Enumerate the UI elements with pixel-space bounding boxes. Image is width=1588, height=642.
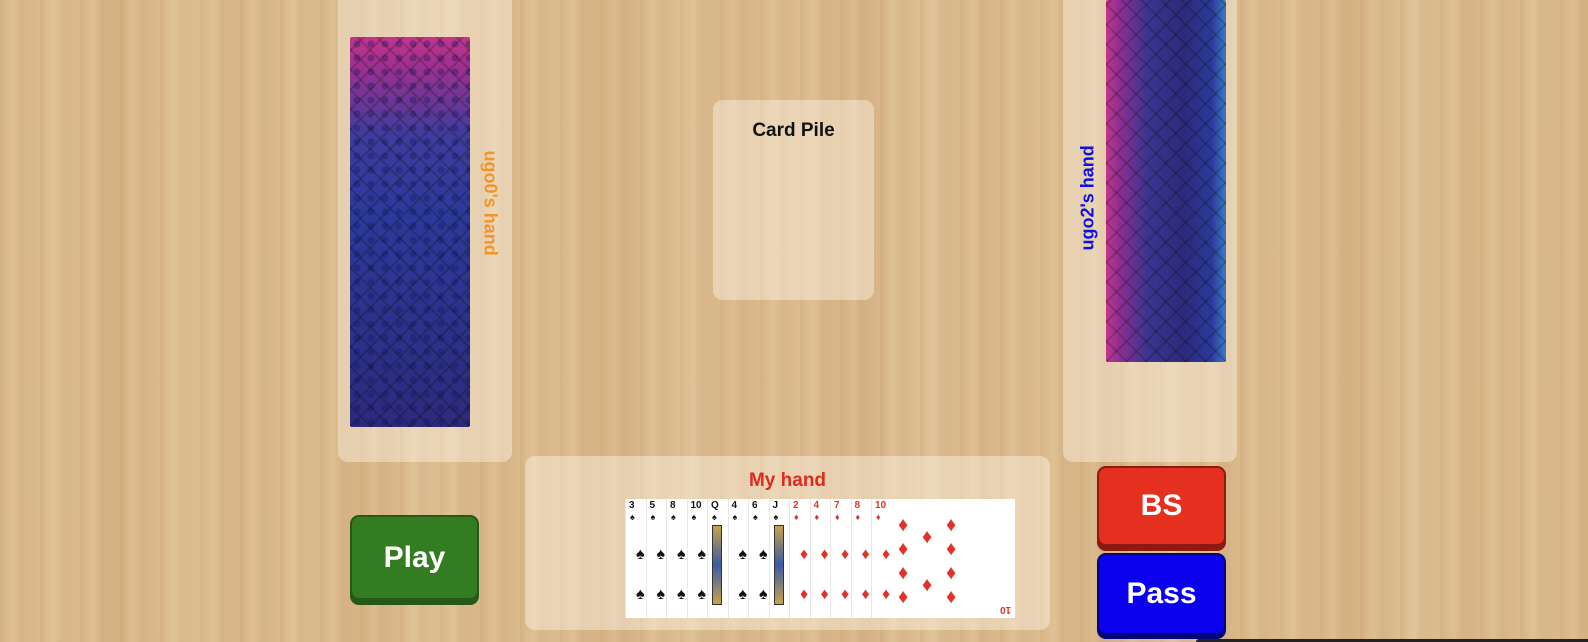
spade-icon: ♠: [738, 586, 748, 603]
left-player-card-stack: [350, 37, 470, 427]
diamond-icon: ♦: [820, 546, 829, 563]
spade-icon: ♠: [636, 546, 645, 563]
left-player-hand-label: ugo0's hand: [480, 150, 501, 256]
card-rank: Q: [711, 500, 719, 511]
diamond-icon: ♦: [946, 586, 957, 608]
card-rank: 2: [793, 500, 799, 511]
my-hand-cards: 3 ♠ ♠ ♠ 5 ♠ ♠ ♠ 8 ♠ ♠ ♠ 10 ♠ ♠ ♠ Q ♠ 4 ♠ ♠ ♠ 6 ♠ ♠ ♠ J ♠ 2 ♦ ♦ ♦ 4 ♦ ♦ ♦ 7 ♦ ♦…: [625, 499, 1015, 618]
diamond-icon: ♦: [794, 512, 799, 522]
diamond-icon: ♦: [814, 512, 820, 522]
card-rank: 8: [670, 500, 676, 511]
diamond-icon: ♦: [835, 512, 840, 522]
diamond-icon: ♦: [800, 586, 809, 603]
spade-icon: ♠: [753, 512, 758, 522]
play-button[interactable]: Play: [350, 515, 479, 600]
card-rank: 3: [629, 500, 635, 511]
diamond-icon: ♦: [820, 586, 829, 603]
card-rank: 5: [649, 500, 656, 511]
spade-icon: ♠: [671, 512, 676, 522]
hand-card[interactable]: 10 ♦ ♦ ♦ ♦ ♦ ♦ ♦ ♦ ♦ ♦ ♦ ♦ ♦ 10: [871, 499, 1015, 618]
spade-icon: ♠: [732, 512, 738, 522]
diamond-icon: ♦: [855, 512, 861, 522]
spade-icon: ♠: [677, 586, 686, 603]
spade-icon: ♠: [773, 512, 779, 522]
spade-icon: ♠: [759, 586, 768, 603]
diamond-icon: ♦: [861, 586, 870, 603]
right-player-hand-label: ugo2's hand: [1077, 145, 1098, 251]
card-pile-title: Card Pile: [752, 120, 835, 141]
spade-icon: ♠: [697, 586, 707, 603]
diamond-icon: ♦: [841, 546, 850, 563]
card-rank: 10: [690, 500, 702, 511]
bs-button[interactable]: BS: [1097, 466, 1226, 546]
diamond-icon: ♦: [898, 514, 909, 536]
right-player-card-stack: [1106, 0, 1226, 362]
diamond-icon: ♦: [922, 574, 933, 596]
diamond-icon: ♦: [946, 538, 957, 560]
spade-icon: ♠: [636, 586, 645, 603]
diamond-icon: ♦: [898, 538, 909, 560]
diamond-icon: ♦: [861, 546, 870, 563]
diamond-icon: ♦: [946, 562, 957, 584]
card-rank-inverted: 10: [999, 604, 1011, 615]
spade-icon: ♠: [677, 546, 686, 563]
my-hand-title: My hand: [748, 470, 827, 491]
diamond-icon: ♦: [882, 546, 891, 563]
card-rank: 7: [834, 500, 840, 511]
spade-icon: ♠: [738, 546, 748, 563]
card-pile-panel[interactable]: Card Pile: [713, 100, 874, 300]
diamond-icon: ♦: [922, 526, 933, 548]
diamond-icon: ♦: [898, 562, 909, 584]
diamond-icon: ♦: [841, 586, 850, 603]
spade-icon: ♠: [759, 546, 768, 563]
card-rank: 4: [731, 500, 738, 511]
diamond-icon: ♦: [946, 514, 957, 536]
spade-icon: ♠: [650, 512, 656, 522]
card-rank: J: [772, 500, 779, 511]
card-rank: 4: [813, 500, 820, 511]
diamond-icon: ♦: [876, 512, 881, 522]
spade-icon: ♠: [691, 512, 697, 522]
face-card-art: [773, 525, 784, 605]
diamond-icon: ♦: [800, 546, 809, 563]
diamond-icon: ♦: [898, 586, 909, 608]
spade-icon: ♠: [712, 512, 717, 522]
spade-icon: ♠: [630, 512, 635, 522]
card-rank: 8: [854, 500, 861, 511]
diamond-icon: ♦: [882, 586, 891, 603]
pass-button[interactable]: Pass: [1097, 553, 1226, 635]
spade-icon: ♠: [656, 546, 666, 563]
face-card-art: [712, 525, 722, 605]
spade-icon: ♠: [656, 586, 666, 603]
card-rank: 6: [752, 500, 758, 511]
card-rank: 10: [875, 500, 887, 511]
spade-icon: ♠: [697, 546, 707, 563]
